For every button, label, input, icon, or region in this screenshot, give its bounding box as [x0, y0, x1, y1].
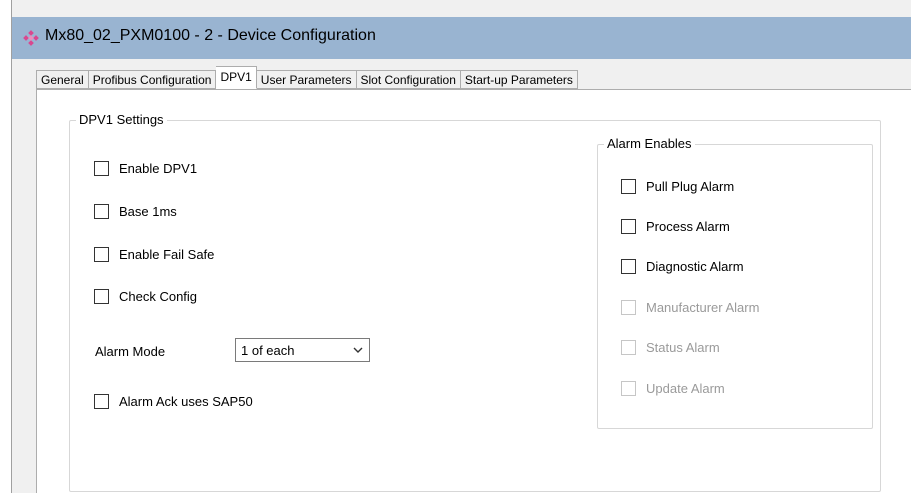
tab-profibus-configuration[interactable]: Profibus Configuration — [88, 70, 217, 89]
process-alarm-label: Process Alarm — [646, 219, 730, 234]
alarm-mode-select[interactable]: 1 of each — [235, 338, 370, 362]
update-alarm-checkbox: Update Alarm — [621, 381, 725, 396]
diagnostic-alarm-label: Diagnostic Alarm — [646, 259, 744, 274]
alarm-ack-sap50-box[interactable] — [94, 394, 109, 409]
manufacturer-alarm-box — [621, 300, 636, 315]
process-alarm-box[interactable] — [621, 219, 636, 234]
tab-general[interactable]: General — [36, 70, 89, 89]
alarm-ack-sap50-label: Alarm Ack uses SAP50 — [119, 394, 253, 409]
pull-plug-alarm-box[interactable] — [621, 179, 636, 194]
chevron-down-icon — [353, 347, 363, 353]
device-diamond-icon — [23, 30, 39, 46]
status-alarm-box — [621, 340, 636, 355]
diagnostic-alarm-checkbox[interactable]: Diagnostic Alarm — [621, 259, 744, 274]
pull-plug-alarm-label: Pull Plug Alarm — [646, 179, 735, 194]
process-alarm-checkbox[interactable]: Process Alarm — [621, 219, 730, 234]
diagnostic-alarm-box[interactable] — [621, 259, 636, 274]
alarm-mode-value: 1 of each — [241, 343, 295, 358]
dialog-content: General Profibus Configuration DPV1 User… — [12, 59, 911, 493]
window-title: Mx80_02_PXM0100 - 2 - Device Configurati… — [45, 27, 376, 44]
status-alarm-label: Status Alarm — [646, 340, 720, 355]
tab-strip: General Profibus Configuration DPV1 User… — [36, 66, 578, 89]
base-1ms-checkbox[interactable]: Base 1ms — [94, 204, 177, 219]
check-config-box[interactable] — [94, 289, 109, 304]
update-alarm-label: Update Alarm — [646, 381, 725, 396]
manufacturer-alarm-label: Manufacturer Alarm — [646, 300, 760, 315]
check-config-label: Check Config — [119, 289, 198, 304]
enable-fail-safe-checkbox[interactable]: Enable Fail Safe — [94, 247, 214, 262]
base-1ms-box[interactable] — [94, 204, 109, 219]
title-bar[interactable]: Mx80_02_PXM0100 - 2 - Device Configurati… — [12, 17, 911, 59]
update-alarm-box — [621, 381, 636, 396]
base-1ms-label: Base 1ms — [119, 204, 177, 219]
dpv1-settings-title: DPV1 Settings — [76, 112, 167, 127]
tab-dpv1[interactable]: DPV1 — [216, 66, 257, 89]
enable-fail-safe-box[interactable] — [94, 247, 109, 262]
alarm-ack-sap50-checkbox[interactable]: Alarm Ack uses SAP50 — [94, 394, 253, 409]
enable-dpv1-checkbox[interactable]: Enable DPV1 — [94, 161, 197, 176]
dpv1-tab-page: DPV1 Settings Enable DPV1 Base 1ms Enabl… — [36, 89, 911, 493]
tab-slot-configuration[interactable]: Slot Configuration — [356, 70, 461, 89]
check-config-checkbox[interactable]: Check Config — [94, 289, 197, 304]
status-alarm-checkbox: Status Alarm — [621, 340, 720, 355]
tab-start-up-parameters[interactable]: Start-up Parameters — [460, 70, 578, 89]
tab-user-parameters[interactable]: User Parameters — [256, 70, 357, 89]
enable-fail-safe-label: Enable Fail Safe — [119, 247, 215, 262]
alarm-enables-title: Alarm Enables — [604, 136, 695, 151]
manufacturer-alarm-checkbox: Manufacturer Alarm — [621, 300, 759, 315]
enable-dpv1-label: Enable DPV1 — [119, 161, 198, 176]
pull-plug-alarm-checkbox[interactable]: Pull Plug Alarm — [621, 179, 734, 194]
device-configuration-window: Mx80_02_PXM0100 - 2 - Device Configurati… — [11, 0, 911, 493]
enable-dpv1-box[interactable] — [94, 161, 109, 176]
alarm-mode-label: Alarm Mode — [95, 344, 166, 359]
